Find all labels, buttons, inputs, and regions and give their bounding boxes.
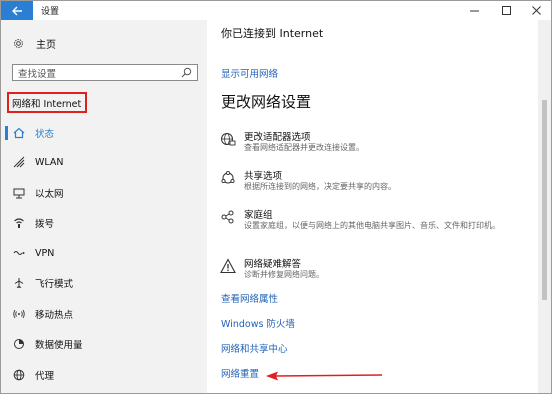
sidebar-item-status[interactable]: 状态 [1, 123, 207, 143]
home-link[interactable]: 主页 [13, 36, 56, 51]
option-title: 网络疑难解答 [244, 259, 302, 270]
network-reset-link[interactable]: 网络重置 [221, 366, 259, 380]
maximize-icon [501, 6, 511, 15]
warning-icon [220, 258, 236, 274]
sidebar-item-vpn[interactable]: VPN [1, 243, 207, 263]
scrollbar[interactable] [538, 20, 551, 393]
section-title: 网络和 Internet [7, 92, 87, 113]
option-title: 共享选项 [244, 171, 283, 182]
network-sharing-center-link[interactable]: 网络和共享中心 [221, 341, 288, 355]
option-desc: 查看网络适配器并更改连接设置。 [244, 143, 364, 152]
sidebar-item-hotspot[interactable]: 移动热点 [1, 304, 207, 324]
ethernet-icon [13, 187, 25, 199]
sidebar-item-label: WLAN [35, 156, 64, 168]
view-network-properties-link[interactable]: 查看网络属性 [221, 291, 278, 305]
sidebar-item-data-usage[interactable]: 数据使用量 [1, 334, 207, 354]
close-button[interactable] [521, 1, 551, 20]
sidebar-item-label: 飞行模式 [35, 279, 74, 290]
sidebar-item-label: 以太网 [35, 189, 64, 200]
section-title-label: 网络和 Internet [12, 98, 82, 110]
adapter-icon [220, 131, 236, 147]
sharing-icon [220, 170, 236, 186]
option-desc: 设置家庭组，以便与网络上的其他电脑共享图片、音乐、文件和打印机。 [244, 221, 500, 230]
search-icon [181, 67, 192, 78]
sidebar-item-proxy[interactable]: 代理 [1, 365, 207, 385]
home-label: 主页 [36, 40, 56, 51]
gear-icon [14, 39, 23, 48]
airplane-icon [13, 277, 25, 289]
sidebar-item-label: 状态 [35, 129, 55, 140]
dialup-icon [13, 217, 25, 229]
sidebar-item-ethernet[interactable]: 以太网 [1, 183, 207, 203]
show-available-networks-link[interactable]: 显示可用网络 [221, 66, 278, 80]
annotation-arrow-icon [266, 371, 383, 381]
home-icon [13, 127, 25, 139]
window-title: 设置 [41, 7, 60, 17]
close-icon [531, 6, 541, 15]
windows-firewall-link[interactable]: Windows 防火墙 [221, 316, 295, 330]
vpn-icon [13, 247, 25, 259]
sidebar-item-label: 拨号 [35, 219, 55, 230]
homegroup-icon [220, 209, 236, 225]
active-indicator [5, 126, 8, 140]
sidebar-item-label: 移动热点 [35, 310, 74, 321]
option-desc: 根据所连接到的网络，决定要共享的内容。 [244, 182, 396, 191]
sidebar-item-dialup[interactable]: 拨号 [1, 213, 207, 233]
option-title: 更改适配器选项 [244, 132, 311, 143]
sidebar-item-label: 数据使用量 [35, 340, 83, 351]
globe-icon [13, 369, 25, 381]
connection-status: 你已连接到 Internet [221, 27, 324, 40]
title-bar: 设置 [1, 1, 551, 20]
sidebar: 主页 查找设置 网络和 Internet 状态 WLAN 以太网 拨号 VPN … [1, 20, 207, 393]
sidebar-item-wlan[interactable]: WLAN [1, 152, 207, 172]
sidebar-item-label: 代理 [35, 371, 55, 382]
data-usage-icon [13, 338, 25, 350]
hotspot-icon [13, 308, 25, 320]
back-button[interactable] [1, 1, 33, 20]
sidebar-item-label: VPN [35, 247, 55, 259]
sidebar-item-airplane[interactable]: 飞行模式 [1, 273, 207, 293]
change-settings-heading: 更改网络设置 [221, 93, 312, 111]
option-desc: 诊断并修复网络问题。 [244, 270, 324, 279]
minimize-icon [469, 10, 479, 12]
wifi-icon [13, 156, 25, 168]
scrollbar-thumb[interactable] [542, 100, 547, 300]
back-arrow-icon [12, 6, 22, 15]
option-title: 家庭组 [244, 210, 273, 221]
search-placeholder: 查找设置 [18, 68, 57, 80]
minimize-button[interactable] [459, 1, 489, 20]
search-input[interactable]: 查找设置 [12, 64, 198, 81]
maximize-button[interactable] [491, 1, 521, 20]
